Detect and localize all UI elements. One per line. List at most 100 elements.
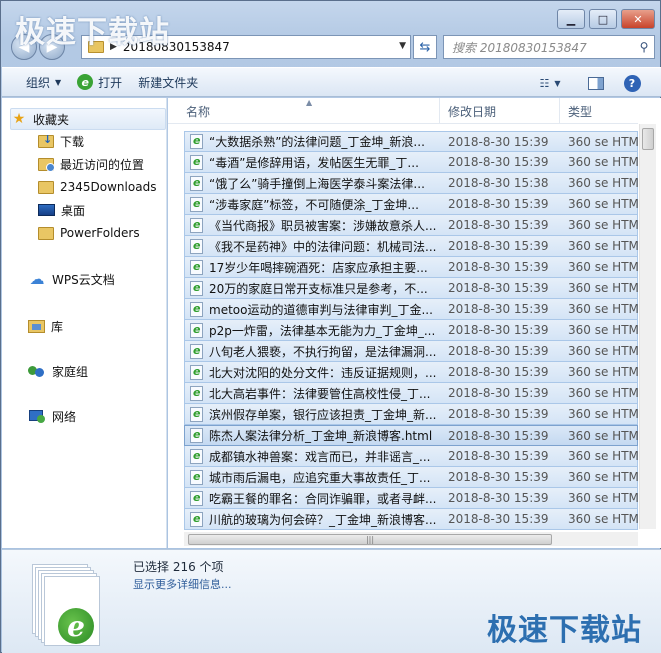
change-view-button[interactable]: ☷ ▼ [530, 71, 570, 95]
network-icon [28, 409, 46, 423]
new-folder-button[interactable]: 新建文件夹 [130, 70, 206, 94]
file-name: 《我不是药神》中的法律问题：机械司法... [209, 239, 437, 254]
file-date: 2018-8-30 15:39 [448, 323, 549, 337]
sidebar-item-desktop[interactable]: 桌面 [38, 199, 85, 221]
chevron-down-icon: ▼ [554, 78, 561, 88]
vertical-scrollbar[interactable] [639, 124, 656, 529]
sidebar-item-homegroup[interactable]: 家庭组 [28, 360, 88, 382]
file-date: 2018-8-30 15:39 [448, 344, 549, 358]
table-row[interactable]: 北大高岩事件：法律要管住高校性侵_丁... 2018-8-30 15:39 360 … [184, 383, 638, 404]
library-icon [28, 319, 45, 333]
table-row[interactable]: 《当代商报》职员被害案：涉嫌故意杀人... 2018-8-30 15:39 360 … [184, 215, 638, 236]
table-row[interactable]: 八旬老人猥亵，不执行拘留，是法律漏洞... 2018-8-30 15:39 360 … [184, 341, 638, 362]
table-row[interactable]: 17岁少年喝摔碗酒死：店家应承担主要... 2018-8-30 15:39 360 … [184, 257, 638, 278]
table-row[interactable]: 滨州假存单案，银行应该担责_丁金坤_新... 2018-8-30 15:39 360… [184, 404, 638, 425]
horizontal-scrollbar[interactable]: ||| [184, 532, 638, 546]
html-file-icon [190, 385, 203, 401]
file-name: 吃霸王餐的罪名：合同诈骗罪，或者寻衅... [209, 491, 437, 506]
desktop-icon [38, 204, 55, 216]
file-date: 2018-8-30 15:39 [448, 302, 549, 316]
file-date: 2018-8-30 15:39 [448, 428, 549, 443]
maximize-button[interactable]: □ [589, 9, 617, 29]
file-date: 2018-8-30 15:39 [448, 512, 549, 526]
table-row[interactable]: 《我不是药神》中的法律问题：机械司法... 2018-8-30 15:39 360 … [184, 236, 638, 257]
table-row[interactable]: 吃霸王餐的罪名：合同诈骗罪，或者寻衅... 2018-8-30 15:39 360 … [184, 488, 638, 509]
column-date-modified[interactable]: 修改日期 [440, 98, 560, 124]
table-row[interactable]: 北大对沈阳的处分文件：违反证据规则，... 2018-8-30 15:39 360 … [184, 362, 638, 383]
table-row[interactable]: “涉毒家庭”标签，不可随便涂_丁金坤... 2018-8-30 15:39 360 … [184, 194, 638, 215]
organize-button[interactable]: 组织 ▼ [18, 70, 69, 94]
file-type: 360 se HTM [568, 281, 638, 295]
table-row[interactable]: 城市雨后漏电，应追究重大事故责任_丁... 2018-8-30 15:39 360 … [184, 467, 638, 488]
search-input[interactable]: 搜索 20180830153847 [452, 39, 634, 56]
sidebar-item-label: 下载 [60, 134, 85, 149]
view-list-icon: ☷ [539, 76, 550, 90]
preview-pane-button[interactable] [584, 71, 608, 95]
file-rows: “大数据杀熟”的法律问题_丁金坤_新浪... 2018-8-30 15:39 360… [184, 131, 638, 530]
table-row[interactable]: “毒酒”是修辞用语，发帖医生无罪_丁... 2018-8-30 15:39 360 … [184, 152, 638, 173]
close-button[interactable]: ✕ [621, 9, 655, 29]
sidebar-item-favorites[interactable]: ★ 收藏夹 [10, 108, 166, 130]
table-row[interactable]: metoo运动的道德审判与法律审判_丁金... 2018-8-30 15:39 36… [184, 299, 638, 320]
search-icon[interactable]: ⚲ [634, 40, 654, 54]
file-type: 360 se HTM [568, 344, 638, 358]
file-list-pane: ▲ 名称 修改日期 类型 “大数据杀熟”的法律问题_丁金坤_新浪... 2018-… [168, 98, 661, 548]
sidebar-item-recent-places[interactable]: 最近访问的位置 [38, 153, 144, 175]
sidebar-item-2345downloads[interactable]: 2345Downloads [38, 176, 156, 198]
sidebar-item-label: 最近访问的位置 [60, 157, 145, 172]
table-row[interactable]: p2p一炸雷，法律基本无能为力_丁金坤_... 2018-8-30 15:39 36… [184, 320, 638, 341]
show-more-details-link[interactable]: 显示更多详细信息... [133, 576, 232, 592]
file-name: p2p一炸雷，法律基本无能为力_丁金坤_... [209, 323, 436, 338]
file-date: 2018-8-30 15:39 [448, 260, 549, 274]
minimize-icon: ▁ [566, 12, 576, 26]
file-name: 陈杰人案法律分析_丁金坤_新浪博客.html [209, 429, 433, 443]
file-date: 2018-8-30 15:38 [448, 176, 549, 190]
file-date: 2018-8-30 15:39 [448, 155, 549, 169]
file-name: 城市雨后漏电，应追究重大事故责任_丁... [209, 470, 431, 485]
scroll-thumb[interactable]: ||| [188, 534, 552, 545]
table-row[interactable]: “大数据杀熟”的法律问题_丁金坤_新浪... 2018-8-30 15:39 360… [184, 131, 638, 152]
file-date: 2018-8-30 15:39 [448, 470, 549, 484]
sidebar-item-wps-cloud[interactable]: ☁ WPS云文档 [28, 268, 115, 290]
table-row[interactable]: 20万的家庭日常开支标准只是参考，不... 2018-8-30 15:39 360 … [184, 278, 638, 299]
file-name: 北大对沈阳的处分文件：违反证据规则，... [209, 365, 437, 380]
html-file-icon [190, 469, 203, 485]
file-type: 360 se HTM [568, 407, 638, 421]
sidebar-item-downloads[interactable]: 下载 [38, 130, 84, 152]
sidebar-item-libraries[interactable]: 库 [28, 315, 63, 337]
html-file-icon [190, 238, 203, 254]
table-row[interactable]: “饿了么”骑手撞倒上海医学泰斗案法律... 2018-8-30 15:38 360 … [184, 173, 638, 194]
help-icon: ? [623, 74, 641, 92]
column-name[interactable]: 名称 [178, 98, 440, 124]
file-type: 360 se HTM [568, 449, 638, 463]
chevron-down-icon: ▼ [55, 77, 62, 87]
scroll-thumb[interactable] [642, 128, 654, 150]
sidebar-item-network[interactable]: 网络 [28, 405, 76, 427]
table-row[interactable]: 成都镇水神兽案：戏言而已，并非谣言_... 2018-8-30 15:39 360 … [184, 446, 638, 467]
watermark-top: 极速下载站 [15, 15, 170, 50]
open-label: 打开 [98, 75, 123, 90]
table-row[interactable]: 陈杰人案法律分析_丁金坤_新浪博客.html 2018-8-30 15:39 360… [184, 425, 638, 446]
search-box[interactable]: 搜索 20180830153847 ⚲ [443, 35, 655, 59]
help-button[interactable]: ? [620, 71, 644, 95]
sidebar-item-label: 收藏夹 [33, 112, 70, 127]
file-type: 360 se HTM [568, 386, 638, 400]
sidebar-item-label: WPS云文档 [52, 272, 115, 287]
open-button[interactable]: e 打开 [69, 70, 130, 94]
file-name: metoo运动的道德审判与法律审判_丁金... [209, 302, 433, 317]
chevron-down-icon[interactable]: ▼ [399, 41, 406, 51]
file-type: 360 se HTM [568, 197, 638, 211]
file-name: “涉毒家庭”标签，不可随便涂_丁金坤... [209, 197, 419, 212]
file-date: 2018-8-30 15:39 [448, 197, 549, 211]
sidebar-item-powerfolders[interactable]: PowerFolders [38, 222, 140, 244]
folder-icon [38, 180, 54, 194]
file-stack-thumbnail: e [32, 560, 112, 648]
column-type[interactable]: 类型 [560, 98, 640, 124]
file-name: 滨州假存单案，银行应该担责_丁金坤_新... [209, 407, 437, 422]
file-type: 360 se HTM [568, 260, 638, 274]
table-row[interactable]: 川航的玻璃为何会碎？_丁金坤_新浪博客... 2018-8-30 15:39 360… [184, 509, 638, 530]
html-file-icon [190, 428, 203, 443]
minimize-button[interactable]: ▁ [557, 9, 585, 29]
refresh-button[interactable]: ⇆ [413, 35, 437, 59]
html-file-icon [190, 280, 203, 296]
